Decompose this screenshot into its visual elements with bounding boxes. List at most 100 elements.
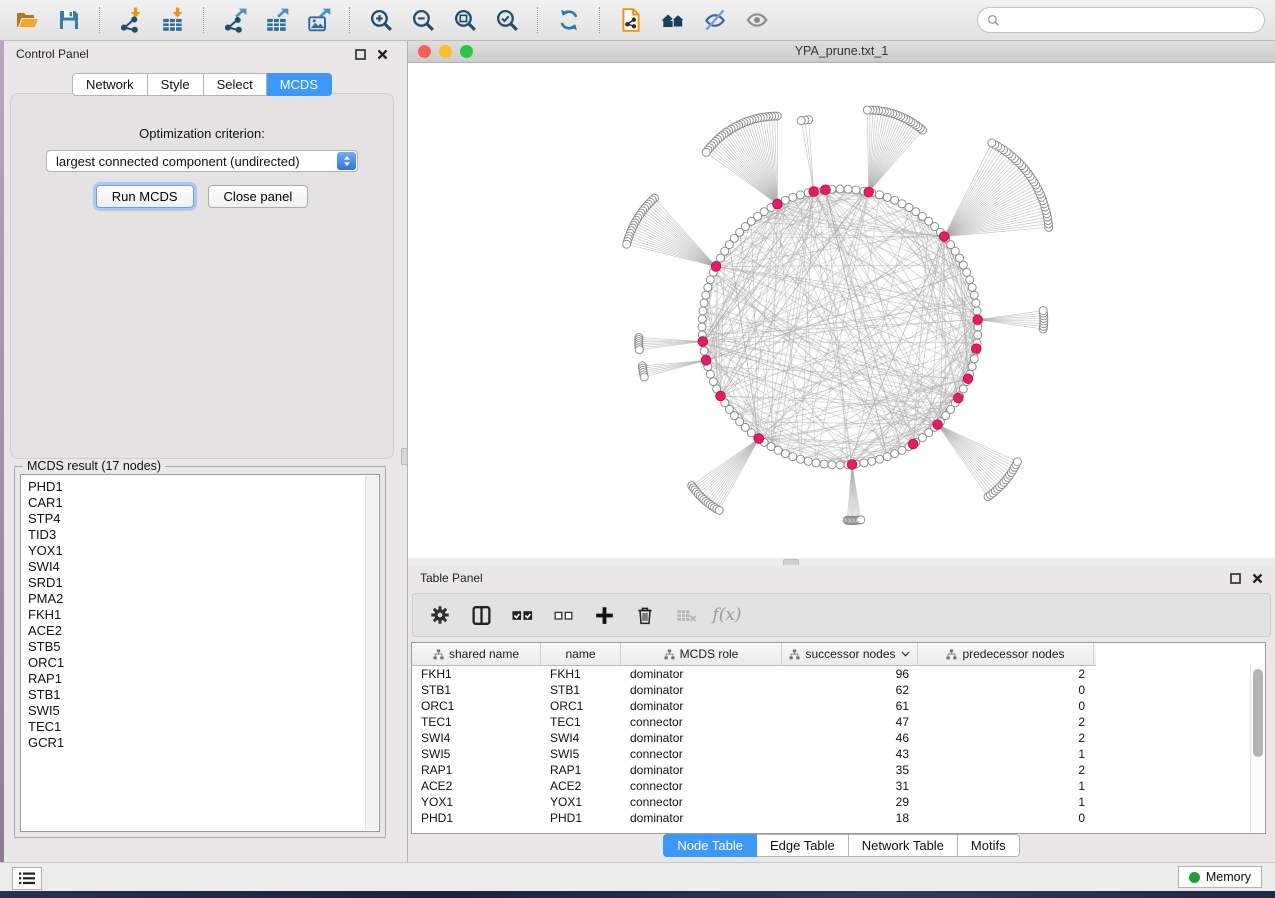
network-node[interactable]	[781, 450, 789, 458]
network-node[interactable]	[876, 455, 884, 463]
mcds-hub-node[interactable]	[847, 460, 857, 470]
network-node[interactable]	[820, 460, 828, 468]
network-node[interactable]	[868, 457, 876, 465]
table-row[interactable]: PHD1PHD1dominator180	[412, 810, 1265, 826]
network-node[interactable]	[966, 276, 974, 284]
mcds-hub-node[interactable]	[698, 337, 708, 347]
network-node[interactable]	[852, 186, 860, 194]
network-node[interactable]	[796, 191, 804, 199]
satellite-node[interactable]	[1013, 458, 1021, 466]
tab-node-table[interactable]: Node Table	[663, 834, 757, 857]
network-node[interactable]	[891, 196, 899, 204]
memory-button[interactable]: Memory	[1178, 866, 1262, 888]
network-document-icon[interactable]	[614, 5, 648, 35]
network-node[interactable]	[698, 323, 706, 331]
network-node[interactable]	[702, 291, 710, 299]
mcds-hub-node[interactable]	[716, 391, 726, 401]
satellite-node[interactable]	[863, 106, 871, 114]
network-node[interactable]	[698, 315, 706, 323]
table-row[interactable]: FKH1FKH1dominator962	[412, 666, 1265, 682]
tab-edge-table[interactable]: Edge Table	[757, 834, 849, 857]
table-row[interactable]: ACE2ACE2connector311	[412, 778, 1265, 794]
mcds-result-item[interactable]: FKH1	[28, 607, 379, 623]
network-node[interactable]	[860, 459, 868, 467]
add-column-icon[interactable]	[592, 603, 616, 627]
network-node[interactable]	[828, 461, 836, 469]
columns-icon[interactable]	[469, 603, 493, 627]
splitter-grip[interactable]	[401, 448, 408, 465]
network-node[interactable]	[789, 453, 797, 461]
network-node[interactable]	[804, 457, 812, 465]
satellite-node[interactable]	[640, 373, 648, 381]
network-node[interactable]	[898, 200, 906, 208]
network-node[interactable]	[704, 283, 712, 291]
mcds-result-item[interactable]: SWI5	[28, 703, 379, 719]
mcds-result-item[interactable]: STB1	[28, 687, 379, 703]
mcds-result-item[interactable]: CAR1	[28, 495, 379, 511]
mcds-result-item[interactable]: YOX1	[28, 543, 379, 559]
mcds-result-item[interactable]: STB5	[28, 639, 379, 655]
select-all-icon[interactable]	[510, 603, 534, 627]
satellite-node[interactable]	[635, 346, 643, 354]
mcds-result-item[interactable]: ORC1	[28, 655, 379, 671]
import-table-icon[interactable]	[156, 5, 190, 35]
network-node[interactable]	[963, 268, 971, 276]
column-header-predecessor-nodes[interactable]: predecessor nodes	[918, 643, 1094, 665]
horizontal-splitter[interactable]	[408, 558, 1275, 565]
mcds-hub-node[interactable]	[953, 393, 963, 403]
network-node[interactable]	[883, 193, 891, 201]
network-node[interactable]	[781, 196, 789, 204]
network-node[interactable]	[812, 459, 820, 467]
eye-slash-icon[interactable]	[698, 5, 732, 35]
satellite-node[interactable]	[715, 506, 723, 514]
mcds-result-item[interactable]: TEC1	[28, 719, 379, 735]
network-node[interactable]	[891, 450, 899, 458]
mcds-hub-node[interactable]	[754, 434, 764, 444]
satellite-node[interactable]	[623, 240, 631, 248]
close-panel-icon[interactable]	[1252, 573, 1263, 584]
mcds-result-item[interactable]: TID3	[28, 527, 379, 543]
table-row[interactable]: SWI5SWI5connector431	[412, 746, 1265, 762]
tab-select[interactable]: Select	[204, 73, 267, 96]
mcds-hub-node[interactable]	[973, 315, 983, 325]
mcds-result-item[interactable]: RAP1	[28, 671, 379, 687]
network-node[interactable]	[700, 347, 708, 355]
network-node[interactable]	[970, 355, 978, 363]
mcds-hub-node[interactable]	[821, 185, 831, 195]
result-scrollbar[interactable]	[365, 476, 378, 830]
zoom-out-icon[interactable]	[406, 5, 440, 35]
zoom-selected-icon[interactable]	[490, 5, 524, 35]
network-node[interactable]	[699, 307, 707, 315]
mcds-hub-node[interactable]	[933, 420, 943, 430]
export-image-icon[interactable]	[302, 5, 336, 35]
network-node[interactable]	[974, 331, 982, 339]
mcds-result-item[interactable]: SWI4	[28, 559, 379, 575]
network-node[interactable]	[774, 446, 782, 454]
mcds-result-item[interactable]: ACE2	[28, 623, 379, 639]
close-panel-button[interactable]: Close panel	[208, 185, 309, 208]
network-node[interactable]	[789, 193, 797, 201]
criterion-select[interactable]: largest connected component (undirected)	[46, 150, 358, 172]
import-network-icon[interactable]	[114, 5, 148, 35]
network-node[interactable]	[706, 370, 714, 378]
network-node[interactable]	[836, 461, 844, 469]
search-box[interactable]	[977, 7, 1265, 33]
run-mcds-button[interactable]: Run MCDS	[96, 185, 194, 208]
export-table-icon[interactable]	[260, 5, 294, 35]
column-header-MCDS-role[interactable]: MCDS role	[621, 643, 782, 665]
mcds-result-item[interactable]: PMA2	[28, 591, 379, 607]
close-panel-icon[interactable]	[377, 49, 388, 60]
refresh-icon[interactable]	[552, 5, 586, 35]
table-row[interactable]: TEC1TEC1connector472	[412, 714, 1265, 730]
satellite-node[interactable]	[797, 117, 805, 125]
vertical-splitter[interactable]	[400, 41, 408, 862]
satellite-node[interactable]	[1039, 307, 1047, 315]
mcds-hub-node[interactable]	[864, 187, 874, 197]
table-row[interactable]: RAP1RAP1dominator352	[412, 762, 1265, 778]
network-node[interactable]	[700, 299, 708, 307]
network-node[interactable]	[706, 276, 714, 284]
zoom-in-icon[interactable]	[364, 5, 398, 35]
float-panel-icon[interactable]	[1230, 573, 1241, 584]
mcds-hub-node[interactable]	[809, 187, 819, 197]
table-scrollbar-thumb[interactable]	[1253, 669, 1263, 757]
